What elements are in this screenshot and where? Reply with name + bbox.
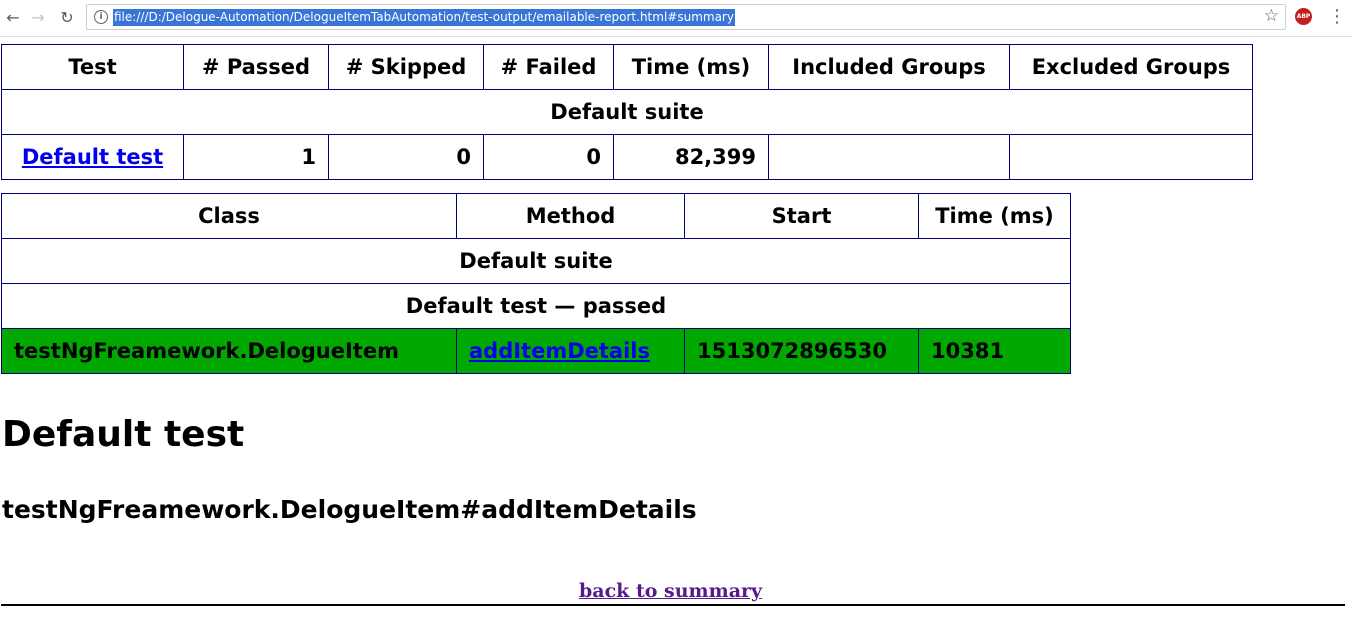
start-value: 1513072896530	[684, 328, 919, 374]
group-status-label: Default test — passed	[1, 283, 1071, 329]
arrow-left-icon[interactable]: ←	[2, 6, 24, 28]
header-passed: # Passed	[183, 44, 329, 90]
info-icon[interactable]: i	[94, 10, 108, 24]
header-start: Start	[684, 193, 919, 239]
table-row: testNgFreamework.DelogueItem addItemDeta…	[1, 328, 1071, 374]
failed-count: 0	[483, 134, 614, 180]
adblock-plus-icon[interactable]: ABP	[1295, 8, 1312, 25]
header-time: Time (ms)	[613, 44, 769, 90]
back-to-summary-link[interactable]: back to summary	[579, 579, 762, 603]
passed-count: 1	[183, 134, 329, 180]
table-row: Default test 1 0 0 82,399	[1, 134, 1253, 180]
url-text[interactable]: file:///D:/Delogue-Automation/DelogueIte…	[113, 9, 735, 26]
header-method: Method	[456, 193, 685, 239]
class-name-cell: testNgFreamework.DelogueItem	[1, 328, 457, 374]
methods-suite-row: Default suite	[1, 238, 1071, 284]
method-link[interactable]: addItemDetails	[469, 339, 650, 363]
method-cell: addItemDetails	[456, 328, 685, 374]
method-time-value: 10381	[918, 328, 1071, 374]
suite-label: Default suite	[1, 89, 1253, 135]
browser-toolbar: ← → ↻ i file:///D:/Delogue-Automation/De…	[0, 0, 1353, 37]
star-icon[interactable]: ☆	[1264, 6, 1279, 26]
header-failed: # Failed	[483, 44, 614, 90]
header-test: Test	[1, 44, 184, 90]
skipped-count: 0	[328, 134, 484, 180]
header-method-time: Time (ms)	[918, 193, 1071, 239]
address-bar[interactable]: i file:///D:/Delogue-Automation/DelogueI…	[86, 4, 1286, 30]
methods-suite-label: Default suite	[1, 238, 1071, 284]
arrow-right-icon[interactable]: →	[27, 6, 49, 28]
kebab-menu-icon[interactable]: ⋮	[1328, 6, 1346, 28]
reload-icon[interactable]: ↻	[56, 6, 78, 28]
time-value: 82,399	[613, 134, 769, 180]
summary-header-row: Test # Passed # Skipped # Failed Time (m…	[1, 44, 1253, 90]
methods-table: Class Method Start Time (ms) Default sui…	[1, 193, 1071, 374]
included-groups-value	[768, 134, 1010, 180]
test-name-cell: Default test	[1, 134, 184, 180]
header-skipped: # Skipped	[328, 44, 484, 90]
header-excluded-groups: Excluded Groups	[1009, 44, 1253, 90]
header-class: Class	[1, 193, 457, 239]
test-heading: Default test	[2, 414, 245, 455]
excluded-groups-value	[1009, 134, 1253, 180]
summary-table: Test # Passed # Skipped # Failed Time (m…	[1, 44, 1253, 180]
methods-group-row: Default test — passed	[1, 283, 1071, 329]
default-test-link[interactable]: Default test	[22, 145, 163, 169]
header-included-groups: Included Groups	[768, 44, 1010, 90]
divider	[1, 604, 1345, 606]
method-heading: testNgFreamework.DelogueItem#addItemDeta…	[2, 495, 697, 524]
suite-row: Default suite	[1, 89, 1253, 135]
methods-header-row: Class Method Start Time (ms)	[1, 193, 1071, 239]
